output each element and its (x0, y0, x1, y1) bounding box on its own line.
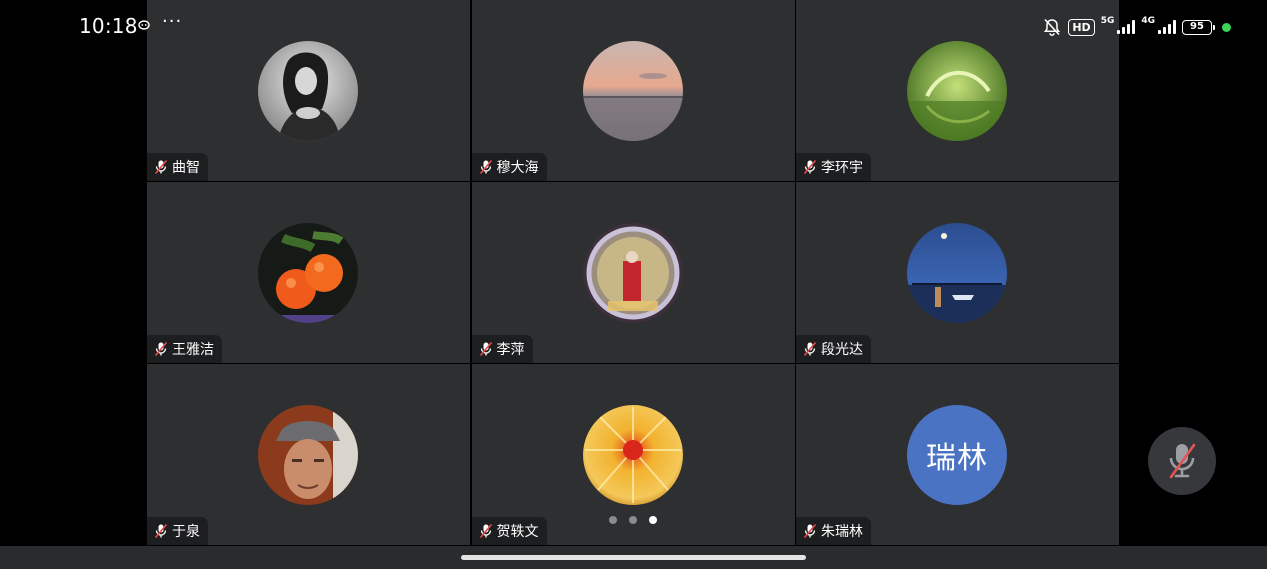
participant-tile[interactable]: 李萍 (471, 182, 795, 363)
participant-tile[interactable]: 瑞林 朱瑞林 (796, 364, 1119, 545)
name-tag: 贺轶文 (471, 517, 547, 545)
mic-muted-icon (479, 159, 492, 175)
privacy-indicator-dot (1222, 22, 1231, 32)
participant-avatar (582, 405, 683, 505)
participant-name: 李环宇 (821, 160, 863, 176)
name-tag: 段光达 (796, 335, 871, 363)
participant-name: 曲智 (172, 160, 200, 176)
mic-muted-icon (154, 159, 168, 175)
clock: 10:18 (79, 14, 138, 38)
participant-avatar (258, 223, 358, 323)
mute-toggle-button[interactable] (1148, 427, 1216, 495)
participant-avatar (258, 405, 358, 505)
participant-tile[interactable]: 李环宇 (796, 0, 1119, 181)
participant-tile[interactable]: 穆大海 (471, 0, 795, 181)
name-tag: 李萍 (471, 335, 533, 363)
signal-5g-icon (1117, 20, 1136, 34)
name-tag: 朱瑞林 (796, 517, 871, 545)
participant-avatar (907, 41, 1007, 141)
name-tag: 穆大海 (471, 153, 547, 181)
participant-tile[interactable]: 段光达 (796, 182, 1119, 363)
participant-avatar (258, 41, 358, 141)
battery-level: 95 (1190, 20, 1204, 32)
home-indicator[interactable] (461, 555, 806, 560)
signal-4g-icon (1158, 20, 1176, 34)
participant-grid: 曲智 穆大海 李环宇 王雅洁 李萍 段光达 于泉 贺轶文 瑞林 朱瑞林 (147, 0, 1119, 546)
participant-text-avatar: 瑞林 (907, 405, 1007, 505)
name-tag: 王雅洁 (147, 335, 222, 363)
page-dot-active[interactable] (649, 516, 657, 524)
mic-muted-icon (803, 341, 817, 357)
mic-muted-icon (154, 341, 168, 357)
name-tag: 李环宇 (796, 153, 871, 181)
mic-muted-icon (803, 159, 817, 175)
participant-name: 段光达 (821, 342, 863, 358)
name-tag: 曲智 (147, 153, 208, 181)
participant-name: 李萍 (496, 342, 525, 358)
page-dot[interactable] (629, 516, 637, 524)
participant-tile[interactable]: 于泉 (147, 364, 470, 545)
participant-tile[interactable]: 王雅洁 (147, 182, 470, 363)
mic-muted-icon (1169, 443, 1196, 479)
navigation-bar (0, 546, 1267, 569)
mic-muted-icon (154, 523, 168, 539)
name-tag: 于泉 (147, 517, 208, 545)
page-indicator (609, 516, 657, 524)
participant-avatar (582, 41, 683, 141)
participant-tile[interactable]: 曲智 (147, 0, 470, 181)
participant-avatar (907, 223, 1007, 323)
mic-muted-icon (803, 523, 817, 539)
mic-muted-icon (479, 341, 492, 357)
battery-icon: 95 (1182, 19, 1215, 35)
participant-name: 贺轶文 (496, 524, 539, 540)
participant-name: 于泉 (172, 524, 200, 540)
page-dot[interactable] (609, 516, 617, 524)
participant-name: 穆大海 (496, 160, 539, 176)
participant-name: 朱瑞林 (821, 524, 863, 540)
network-4g-label: 4G (1141, 16, 1155, 26)
participant-avatar (582, 223, 683, 323)
participant-name: 王雅洁 (172, 342, 214, 358)
mic-muted-icon (479, 523, 492, 539)
